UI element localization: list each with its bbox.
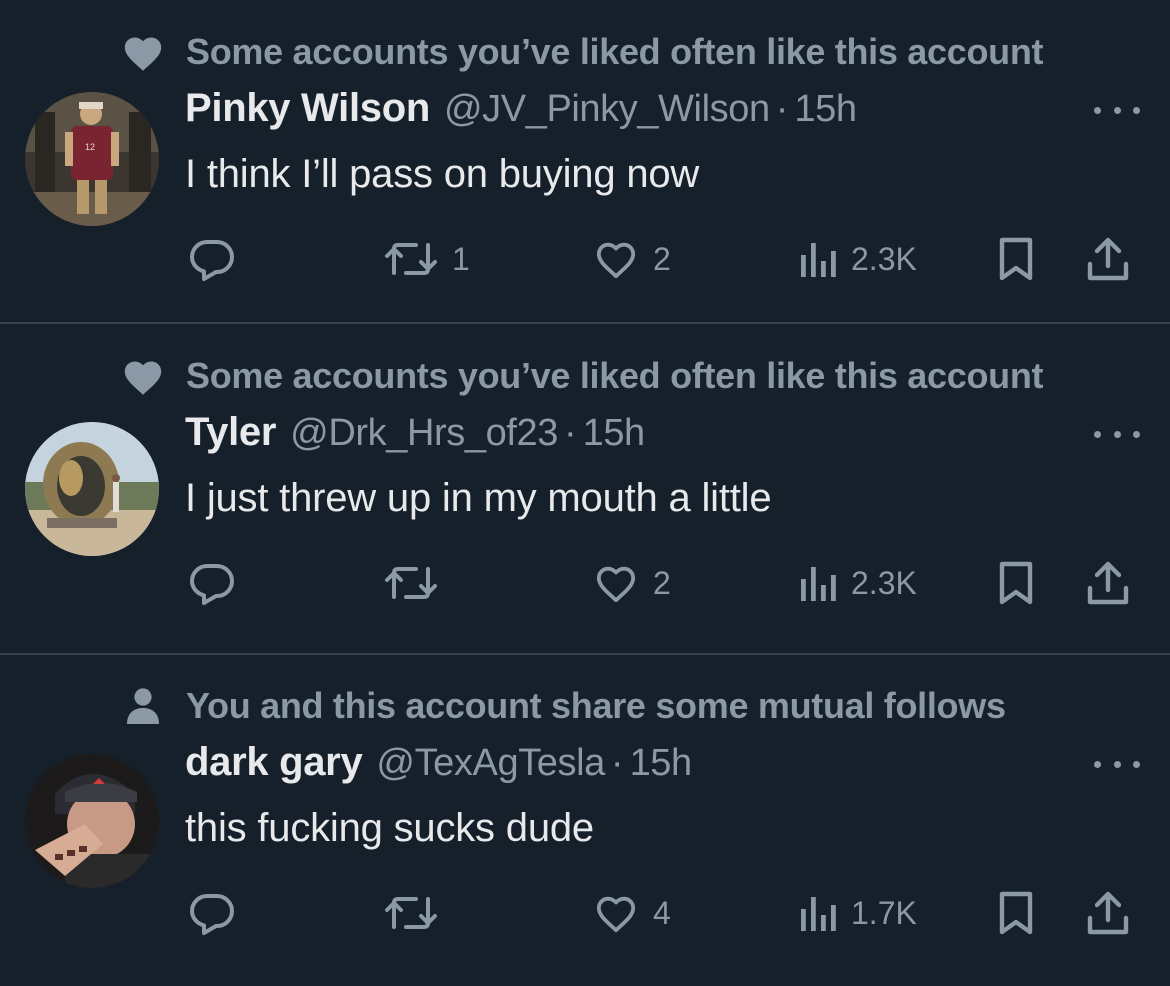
social-context: Some accounts you’ve liked often like th… [120, 30, 1044, 74]
retweet-button[interactable] [384, 556, 452, 610]
views-button[interactable]: 2.3K [797, 232, 917, 286]
avatar[interactable] [25, 422, 159, 556]
timestamp[interactable]: 15h [630, 742, 693, 785]
share-button[interactable] [1086, 886, 1130, 940]
username-handle[interactable]: @Drk_Hrs_of23 [290, 412, 558, 455]
reply-button[interactable] [188, 886, 236, 940]
tweet-header: Pinky Wilson @JV_Pinky_Wilson · 15h [185, 86, 857, 140]
retweet-icon [384, 563, 438, 603]
person-icon [120, 686, 166, 726]
display-name[interactable]: Pinky Wilson [185, 86, 430, 131]
social-context-text: Some accounts you’ve liked often like th… [186, 355, 1044, 396]
tweet-header: Tyler @Drk_Hrs_of23 · 15h [185, 410, 645, 464]
share-upload-icon [1086, 890, 1130, 936]
bookmark-button[interactable] [996, 556, 1036, 610]
more-options-icon[interactable] [1094, 424, 1140, 444]
retweet-icon [384, 239, 438, 279]
views-chart-icon [797, 239, 837, 279]
like-count: 2 [653, 240, 671, 277]
heart-icon [120, 32, 166, 72]
more-options-icon[interactable] [1094, 754, 1140, 774]
timeline-feed: Some accounts you’ve liked often like th… [0, 0, 1170, 986]
heart-outline-icon [593, 562, 639, 604]
tweet-header: dark gary @TexAgTesla · 15h [185, 740, 692, 794]
bookmark-icon [996, 236, 1036, 282]
views-button[interactable]: 1.7K [797, 886, 917, 940]
reply-icon [188, 560, 236, 606]
separator-dot: · [775, 88, 789, 130]
bookmark-icon [996, 890, 1036, 936]
social-context-text: You and this account share some mutual f… [186, 685, 1006, 726]
separator-dot: · [563, 412, 577, 454]
username-handle[interactable]: @JV_Pinky_Wilson [444, 88, 770, 131]
tweet[interactable]: You and this account share some mutual f… [0, 654, 1170, 986]
share-button[interactable] [1086, 556, 1130, 610]
tweet-text: I just threw up in my mouth a little [185, 476, 772, 520]
share-upload-icon [1086, 236, 1130, 282]
bookmark-icon [996, 560, 1036, 606]
svg-text:12: 12 [85, 142, 95, 152]
views-count: 2.3K [851, 564, 917, 601]
bookmark-button[interactable] [996, 886, 1036, 940]
social-context: Some accounts you’ve liked often like th… [120, 354, 1044, 398]
retweet-icon [384, 893, 438, 933]
heart-outline-icon [593, 892, 639, 934]
timestamp[interactable]: 15h [794, 88, 857, 131]
tweet[interactable]: Some accounts you’ve liked often like th… [0, 0, 1170, 324]
reply-icon [188, 236, 236, 282]
share-upload-icon [1086, 560, 1130, 606]
social-context-text: Some accounts you’ve liked often like th… [186, 31, 1044, 72]
heart-icon [120, 356, 166, 396]
heart-outline-icon [593, 238, 639, 280]
like-button[interactable]: 2 [593, 232, 671, 286]
like-count: 2 [653, 564, 671, 601]
like-count: 4 [653, 894, 671, 931]
like-button[interactable]: 4 [593, 886, 671, 940]
retweet-button[interactable] [384, 886, 452, 940]
display-name[interactable]: Tyler [185, 410, 276, 455]
tweet[interactable]: Some accounts you’ve liked often like th… [0, 324, 1170, 654]
avatar[interactable]: 12 [25, 92, 159, 226]
display-name[interactable]: dark gary [185, 740, 363, 785]
like-button[interactable]: 2 [593, 556, 671, 610]
more-options-icon[interactable] [1094, 100, 1140, 120]
reply-icon [188, 890, 236, 936]
avatar[interactable] [25, 754, 159, 888]
action-bar: 4 1.7K [0, 886, 1170, 940]
social-context: You and this account share some mutual f… [120, 684, 1006, 728]
share-button[interactable] [1086, 232, 1130, 286]
tweet-text: this fucking sucks dude [185, 806, 594, 850]
action-bar: 1 2 2.3K [0, 232, 1170, 286]
views-chart-icon [797, 563, 837, 603]
tweet-text: I think I’ll pass on buying now [185, 152, 700, 196]
separator-dot: · [610, 742, 624, 784]
retweet-button[interactable]: 1 [384, 232, 470, 286]
username-handle[interactable]: @TexAgTesla [376, 742, 605, 785]
retweet-count: 1 [452, 240, 470, 277]
reply-button[interactable] [188, 556, 236, 610]
action-bar: 2 2.3K [0, 556, 1170, 610]
reply-button[interactable] [188, 232, 236, 286]
views-count: 2.3K [851, 240, 917, 277]
views-button[interactable]: 2.3K [797, 556, 917, 610]
bookmark-button[interactable] [996, 232, 1036, 286]
timestamp[interactable]: 15h [583, 412, 646, 455]
views-chart-icon [797, 893, 837, 933]
views-count: 1.7K [851, 894, 917, 931]
